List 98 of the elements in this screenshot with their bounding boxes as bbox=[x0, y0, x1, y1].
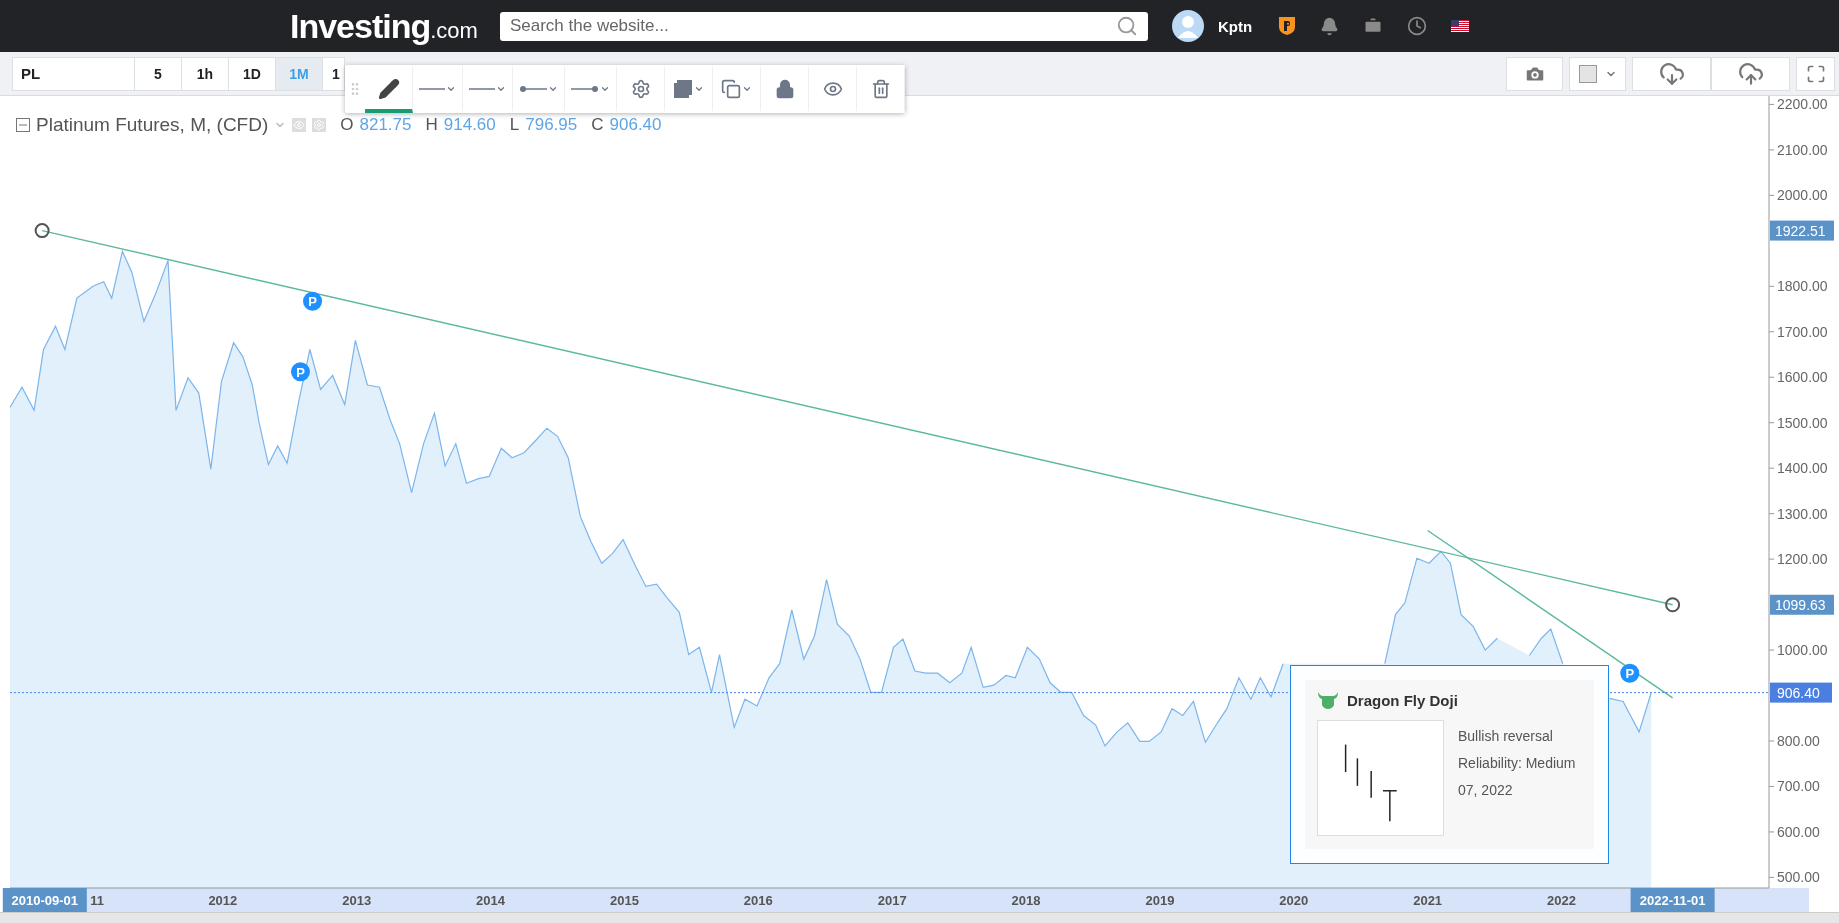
cloud-download-icon bbox=[1658, 60, 1685, 87]
x-axis-label: 2012 bbox=[208, 893, 238, 908]
y-axis-label: 1600.00 bbox=[1768, 369, 1828, 386]
date-label: 2022-11-01 bbox=[1630, 888, 1715, 912]
pattern-title: Dragon Fly Doji bbox=[1347, 691, 1458, 709]
clock-icon[interactable] bbox=[1407, 16, 1428, 36]
ohlc-label: H bbox=[425, 115, 438, 135]
y-tick-label: 800.00 bbox=[1777, 732, 1821, 749]
ohlc-label: C bbox=[591, 115, 604, 135]
drawing-tool-button[interactable] bbox=[365, 65, 413, 113]
x-axis-label: 2017 bbox=[877, 893, 907, 908]
x-axis-label: 2019 bbox=[1145, 893, 1175, 908]
y-axis-label: 2000.00 bbox=[1768, 187, 1828, 204]
ohlc-value: 906.40 bbox=[609, 115, 662, 135]
y-axis-label: 1800.00 bbox=[1768, 278, 1828, 295]
symbol-field[interactable]: PL bbox=[12, 56, 135, 91]
price-label: 1922.51 bbox=[1770, 220, 1834, 241]
x-axis-label: 2014 bbox=[476, 893, 506, 908]
briefcase-icon[interactable] bbox=[1363, 16, 1384, 36]
y-axis-label: 500.00 bbox=[1768, 869, 1820, 886]
avatar-icon[interactable] bbox=[1171, 10, 1204, 42]
pattern-detail: Bullish reversal bbox=[1458, 728, 1554, 744]
color-button[interactable] bbox=[1569, 56, 1626, 91]
y-tick-label: 700.00 bbox=[1777, 778, 1821, 795]
caret-icon bbox=[496, 84, 506, 94]
y-axis-label: 1000.00 bbox=[1768, 642, 1828, 659]
interval-button[interactable]: 1h bbox=[182, 56, 229, 91]
search-field[interactable]: Search the website... bbox=[499, 11, 1148, 41]
pattern-detail: 07, 2022 bbox=[1458, 782, 1514, 798]
price-label: 1099.63 bbox=[1770, 594, 1834, 615]
snapshot-button[interactable] bbox=[1506, 56, 1563, 91]
drawing-tool-button[interactable] bbox=[857, 65, 905, 113]
line-dot-icon bbox=[571, 85, 599, 93]
fill-icon bbox=[673, 79, 693, 99]
x-axis-label: 2016 bbox=[743, 893, 773, 908]
caret-icon bbox=[694, 84, 704, 94]
bell-icon[interactable] bbox=[1320, 16, 1340, 36]
settings-icon bbox=[630, 79, 651, 99]
pattern-detail: Reliability: Medium bbox=[1458, 755, 1576, 771]
y-tick-label: 500.00 bbox=[1777, 869, 1821, 886]
shield-icon[interactable] bbox=[1278, 16, 1297, 36]
drawing-tool-button[interactable] bbox=[617, 65, 665, 113]
fullscreen-button[interactable] bbox=[1796, 56, 1835, 91]
caret-icon bbox=[548, 84, 558, 94]
price-label: 906.40 bbox=[1770, 682, 1832, 703]
y-axis-label: 1300.00 bbox=[1768, 505, 1828, 522]
search-icon[interactable] bbox=[1115, 14, 1138, 37]
caret-icon bbox=[600, 84, 610, 94]
drawing-tool-button[interactable] bbox=[761, 65, 809, 113]
x-axis-label: 2015 bbox=[610, 893, 639, 908]
ohlc-label: O bbox=[340, 115, 354, 135]
line-icon bbox=[419, 87, 445, 91]
site-logo[interactable]: Investing.com bbox=[290, 6, 478, 46]
user-name[interactable]: Kptn bbox=[1217, 17, 1253, 35]
pencil-icon bbox=[377, 78, 400, 100]
ohlc-value: 796.95 bbox=[525, 115, 578, 135]
x-axis-label: 2013 bbox=[342, 893, 372, 908]
x-axis-label: 2021 bbox=[1413, 893, 1443, 908]
bull-icon bbox=[1317, 690, 1339, 710]
x-axis-label: 2022 bbox=[1547, 893, 1576, 908]
y-axis-label: 1700.00 bbox=[1768, 323, 1828, 340]
y-axis-label: 1200.00 bbox=[1768, 551, 1828, 568]
caret-icon bbox=[446, 84, 456, 94]
y-axis-label: 1400.00 bbox=[1768, 460, 1828, 477]
y-axis-label: 800.00 bbox=[1768, 733, 1820, 749]
trash-icon bbox=[870, 79, 891, 99]
y-tick-label: 600.00 bbox=[1777, 823, 1821, 840]
drawing-tool-button[interactable] bbox=[713, 65, 761, 113]
ohlc-value: 821.75 bbox=[359, 115, 412, 135]
x-axis-label: 2018 bbox=[1011, 893, 1041, 908]
collapse-icon[interactable] bbox=[16, 118, 30, 132]
upload-button[interactable] bbox=[1711, 56, 1790, 91]
x-axis-label: 11 bbox=[90, 893, 104, 908]
flag-icon[interactable] bbox=[1451, 20, 1470, 32]
instrument-title: Platinum Futures, M, (CFD) bbox=[36, 114, 269, 136]
y-axis-label: 600.00 bbox=[1768, 823, 1820, 840]
ohlc-value: 914.60 bbox=[443, 115, 496, 135]
swatch-icon bbox=[1578, 64, 1597, 83]
interval-button[interactable]: 1 bbox=[323, 56, 345, 91]
eye-icon bbox=[822, 79, 843, 99]
caret-icon bbox=[742, 84, 752, 94]
fullscreen-icon bbox=[1805, 63, 1826, 84]
copy-icon bbox=[721, 79, 741, 99]
y-axis-label: 2100.00 bbox=[1768, 141, 1828, 158]
cloud-upload-icon bbox=[1737, 60, 1764, 87]
interval-button[interactable]: 1D bbox=[229, 56, 276, 91]
y-axis-label: 2200.00 bbox=[1768, 96, 1828, 113]
line-dot-icon bbox=[519, 85, 547, 93]
y-axis-label: 700.00 bbox=[1768, 778, 1820, 795]
download-button[interactable] bbox=[1632, 56, 1711, 91]
date-label: 2010-09-01 bbox=[2, 888, 87, 912]
lock-icon bbox=[774, 79, 795, 99]
y-axis-label: 1500.00 bbox=[1768, 414, 1828, 431]
drawing-tool-button[interactable] bbox=[665, 65, 713, 113]
interval-button[interactable]: 5 bbox=[135, 56, 182, 91]
line-icon bbox=[469, 87, 495, 91]
ohlc-label: L bbox=[509, 115, 520, 135]
x-axis-label: 2020 bbox=[1279, 893, 1309, 908]
